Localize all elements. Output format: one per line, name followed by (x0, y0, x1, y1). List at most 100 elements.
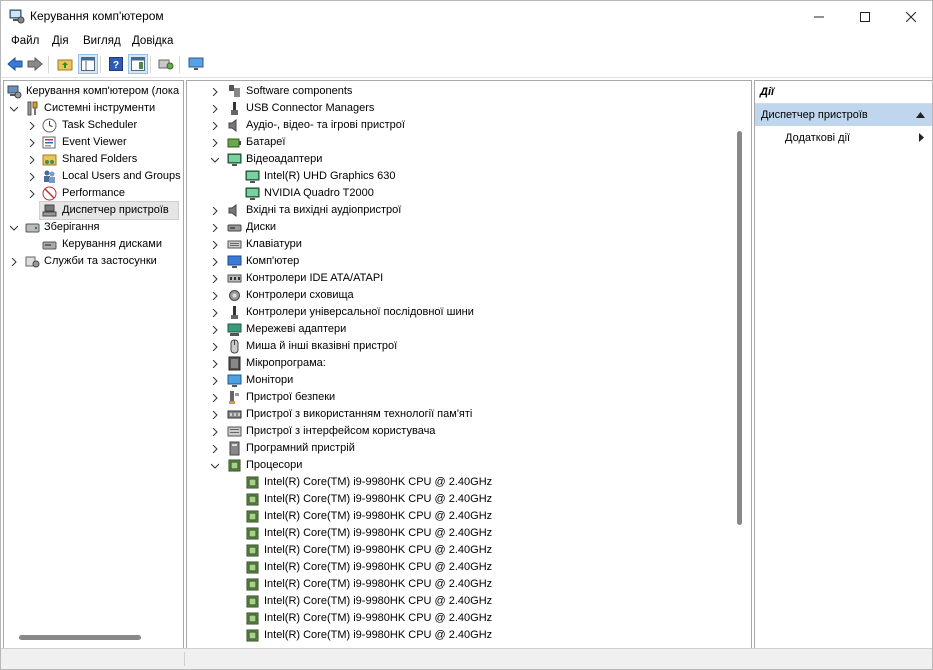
chevron-right-icon[interactable] (210, 117, 220, 134)
chevron-right-icon[interactable] (9, 253, 19, 270)
close-button[interactable] (888, 1, 932, 32)
up-button[interactable] (56, 55, 74, 73)
menu-action[interactable]: Дія (52, 35, 69, 47)
chevron-right-icon[interactable] (210, 355, 220, 372)
chevron-down-icon[interactable] (210, 457, 220, 474)
properties-button[interactable] (157, 55, 175, 73)
device-item[interactable]: Intel(R) Core(TM) i9-9980HK CPU @ 2.40GH… (187, 627, 747, 644)
forward-button[interactable] (26, 55, 44, 73)
chevron-down-icon[interactable] (9, 100, 19, 117)
tree-item-disk-management[interactable]: Керування дисками (4, 236, 182, 253)
tree-item-task-scheduler[interactable]: Task Scheduler (4, 117, 182, 134)
tree-item-root[interactable]: Керування комп'ютером (лока (4, 83, 182, 100)
show-hide-tree-button[interactable] (78, 54, 98, 74)
device-item[interactable]: Intel(R) Core(TM) i9-9980HK CPU @ 2.40GH… (187, 576, 747, 593)
chevron-right-icon[interactable] (27, 185, 37, 202)
device-item[interactable]: Intel(R) Core(TM) i9-9980HK CPU @ 2.40GH… (187, 525, 747, 542)
device-category[interactable]: Контролери сховища (187, 287, 747, 304)
chevron-right-icon[interactable] (210, 236, 220, 253)
device-category[interactable]: Пристрої безпеки (187, 389, 747, 406)
chevron-right-icon[interactable] (27, 151, 37, 168)
battery-icon (227, 138, 241, 148)
device-item[interactable]: Intel(R) Core(TM) i9-9980HK CPU @ 2.40GH… (187, 491, 747, 508)
chevron-right-icon[interactable] (27, 117, 37, 134)
minimize-button[interactable] (796, 1, 842, 32)
device-category[interactable]: Аудіо-, відео- та ігрові пристрої (187, 117, 747, 134)
vertical-scrollbar[interactable] (737, 131, 742, 525)
device-category[interactable]: Батареї (187, 134, 747, 151)
chevron-right-icon[interactable] (210, 270, 220, 287)
menu-help[interactable]: Довідка (132, 35, 173, 47)
device-item[interactable]: Intel(R) Core(TM) i9-9980HK CPU @ 2.40GH… (187, 508, 747, 525)
tools-icon (27, 101, 38, 116)
chevron-right-icon[interactable] (210, 304, 220, 321)
device-category[interactable]: Пристрої з інтерфейсом користувача (187, 423, 747, 440)
chevron-right-icon[interactable] (210, 83, 220, 100)
device-item[interactable]: Intel(R) Core(TM) i9-9980HK CPU @ 2.40GH… (187, 542, 747, 559)
device-category[interactable]: Процесори (187, 457, 747, 474)
device-label: Intel(R) Core(TM) i9-9980HK CPU @ 2.40GH… (264, 561, 493, 573)
chevron-right-icon[interactable] (210, 321, 220, 338)
chevron-right-icon[interactable] (210, 338, 220, 355)
device-item[interactable]: Intel(R) Core(TM) i9-9980HK CPU @ 2.40GH… (187, 610, 747, 627)
processor-icon (246, 476, 259, 489)
show-hide-action-pane-button[interactable] (128, 54, 148, 74)
tree-item-storage[interactable]: Зберігання (4, 219, 182, 236)
scan-hardware-button[interactable] (187, 55, 205, 73)
maximize-button[interactable] (842, 1, 888, 32)
back-button[interactable] (6, 55, 24, 73)
chevron-right-icon[interactable] (210, 202, 220, 219)
chevron-right-icon[interactable] (210, 372, 220, 389)
chevron-down-icon[interactable] (210, 151, 220, 168)
chevron-right-icon[interactable] (210, 253, 220, 270)
chevron-right-icon[interactable] (27, 134, 37, 151)
device-item[interactable]: Intel(R) UHD Graphics 630 (187, 168, 747, 185)
device-category[interactable]: Відеоадаптери (187, 151, 747, 168)
chevron-right-icon[interactable] (210, 389, 220, 406)
device-item[interactable]: Intel(R) Core(TM) i9-9980HK CPU @ 2.40GH… (187, 474, 747, 491)
device-category[interactable]: Комп'ютер (187, 253, 747, 270)
tree-item-event-viewer[interactable]: Event Viewer (4, 134, 182, 151)
device-category[interactable]: Миша й інші вказівні пристрої (187, 338, 747, 355)
chevron-right-icon[interactable] (27, 168, 37, 185)
device-item[interactable]: Intel(R) Core(TM) i9-9980HK CPU @ 2.40GH… (187, 559, 747, 576)
device-category[interactable]: Контролери IDE ATA/ATAPI (187, 270, 747, 287)
chevron-right-icon[interactable] (210, 440, 220, 457)
chevron-right-icon[interactable] (210, 134, 220, 151)
collapse-up-icon[interactable] (916, 112, 925, 118)
tree-label: Диспетчер пристроїв (62, 204, 169, 216)
tree-item-performance[interactable]: Performance (4, 185, 182, 202)
device-category[interactable]: Пристрої з використанням технології пам'… (187, 406, 747, 423)
device-category[interactable]: USB Connector Managers (187, 100, 747, 117)
software-device-icon (229, 441, 240, 456)
chevron-down-icon[interactable] (9, 219, 19, 236)
chevron-right-icon[interactable] (210, 406, 220, 423)
device-category[interactable]: Диски (187, 219, 747, 236)
menu-view[interactable]: Вигляд (83, 35, 121, 47)
actions-section-device-manager[interactable]: Диспетчер пристроїв (755, 104, 932, 126)
device-category[interactable]: Мережеві адаптери (187, 321, 747, 338)
chevron-right-icon[interactable] (210, 219, 220, 236)
device-category[interactable]: Клавіатури (187, 236, 747, 253)
more-actions-item[interactable]: Додаткові дії (785, 132, 850, 144)
tree-item-local-users[interactable]: Local Users and Groups (4, 168, 182, 185)
device-label: Монітори (246, 374, 294, 386)
tree-item-device-manager[interactable]: Диспетчер пристроїв (4, 202, 182, 219)
help-button[interactable]: ? (107, 55, 125, 73)
device-category[interactable]: Програмний пристрій (187, 440, 747, 457)
horizontal-scrollbar[interactable] (19, 635, 141, 640)
device-category[interactable]: Мікропрограма: (187, 355, 747, 372)
chevron-right-icon[interactable] (210, 287, 220, 304)
device-category[interactable]: Монітори (187, 372, 747, 389)
chevron-right-icon[interactable] (210, 100, 220, 117)
device-category[interactable]: Вхідні та вихідні аудіопристрої (187, 202, 747, 219)
tree-item-services[interactable]: Служби та застосунки (4, 253, 182, 270)
menu-file[interactable]: Файл (11, 35, 39, 47)
chevron-right-icon[interactable] (210, 423, 220, 440)
device-category[interactable]: Software components (187, 83, 747, 100)
device-item[interactable]: NVIDIA Quadro T2000 (187, 185, 747, 202)
tree-item-shared-folders[interactable]: Shared Folders (4, 151, 182, 168)
device-item[interactable]: Intel(R) Core(TM) i9-9980HK CPU @ 2.40GH… (187, 593, 747, 610)
device-category[interactable]: Контролери універсальної послідовної шин… (187, 304, 747, 321)
tree-item-system-tools[interactable]: Системні інструменти (4, 100, 182, 117)
